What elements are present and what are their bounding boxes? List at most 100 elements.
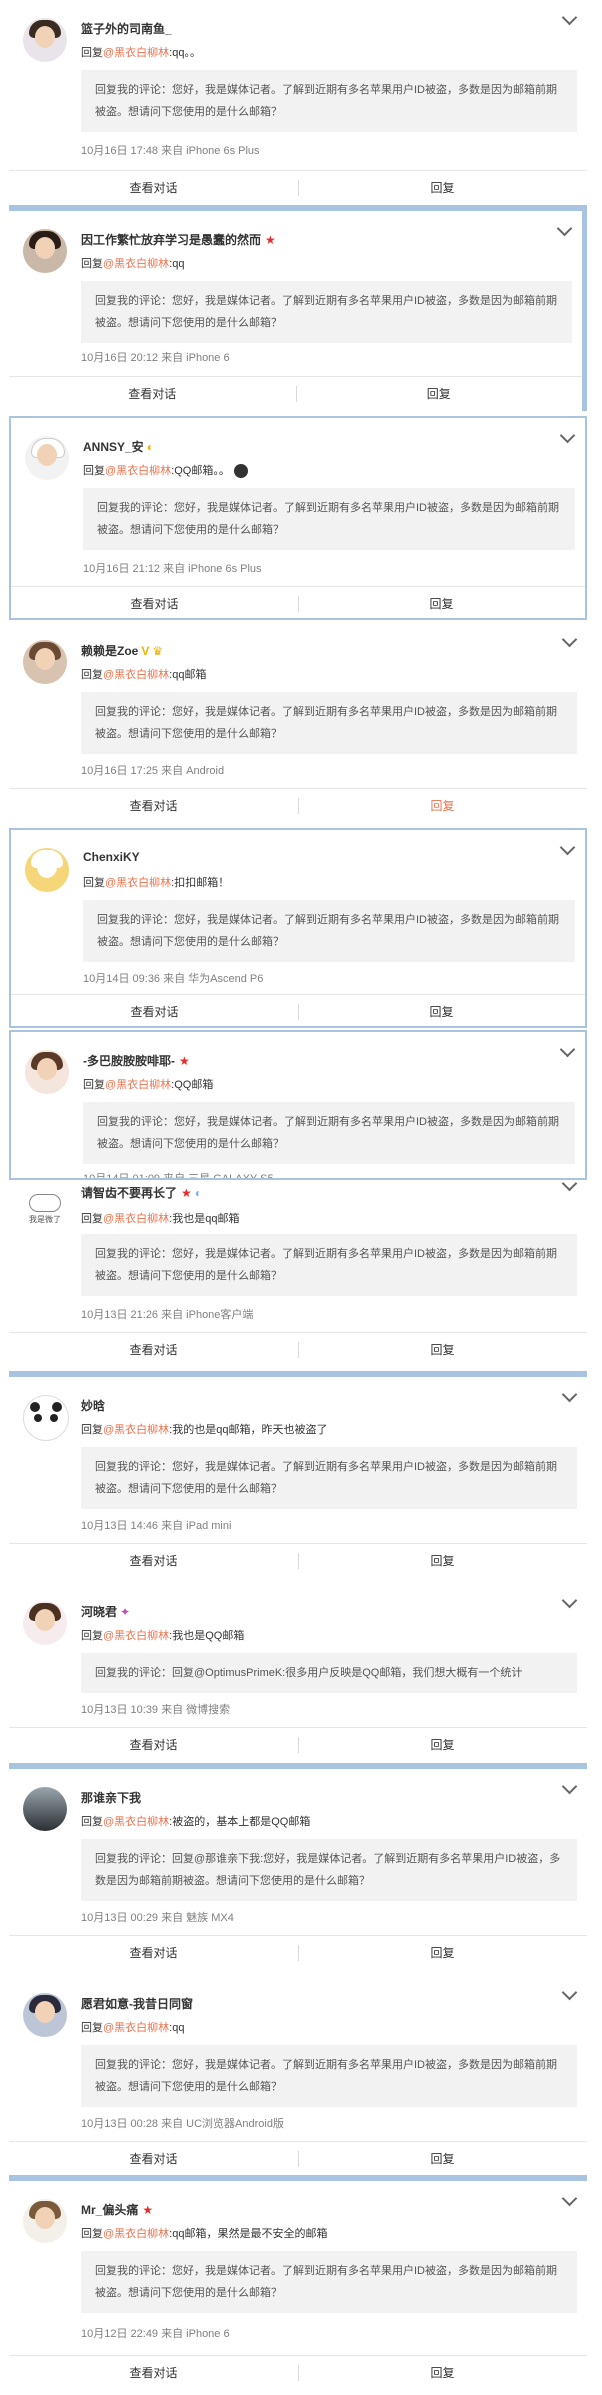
comment-card: -多巴胺胺胺啡耶- ★ 回复@黑衣白柳林:QQ邮箱 回复我的评论：您好，我是媒体记… [9, 1030, 587, 1180]
star-badge-icon: ★ [142, 2203, 154, 2217]
reply-text: 回复@黑衣白柳林:qq邮箱 [81, 669, 207, 681]
chevron-down-icon[interactable] [559, 427, 576, 444]
mention-link[interactable]: @黑衣白柳林 [103, 258, 169, 270]
reply-button[interactable]: 回复 [298, 587, 585, 621]
mention-link[interactable]: @黑衣白柳林 [103, 669, 169, 681]
chevron-down-icon[interactable] [561, 1984, 578, 2001]
timestamp: 10月13日 10:39 来自 微博搜索 [81, 1704, 231, 1716]
chevron-down-icon[interactable] [561, 2190, 578, 2207]
comment-card: 妙晗 回复@黑衣白柳林:我的也是qq邮箱，昨天也被盗了 回复我的评论：您好，我是… [9, 1377, 587, 1577]
username[interactable]: Mr_偏头痛 ★ [81, 2201, 153, 2218]
reply-text: 回复@黑衣白柳林:我也是qq邮箱 [81, 1213, 240, 1225]
username[interactable]: -多巴胺胺胺啡耶- ★ [83, 1052, 190, 1069]
reply-button[interactable]: 回复 [298, 171, 587, 205]
mention-link[interactable]: @黑衣白柳林 [103, 1213, 169, 1225]
username[interactable]: 河晓君 ✦ [81, 1603, 130, 1620]
timestamp: 10月16日 17:48 来自 iPhone 6s Plus [81, 145, 260, 157]
quoted-comment: 回复我的评论：您好，我是媒体记者。了解到近期有多名苹果用户ID被盗，多数是因为邮… [81, 70, 577, 132]
avatar[interactable] [25, 436, 69, 480]
username[interactable]: 妙晗 [81, 1397, 105, 1414]
timestamp: 10月16日 17:25 来自 Android [81, 765, 225, 777]
view-dialog-button[interactable]: 查看对话 [9, 2142, 298, 2176]
view-dialog-button[interactable]: 查看对话 [11, 587, 298, 621]
reply-button[interactable]: 回复 [298, 1936, 587, 1970]
username[interactable]: 那谁亲下我 [81, 1789, 141, 1806]
view-dialog-button[interactable]: 查看对话 [9, 1728, 298, 1762]
avatar[interactable] [23, 229, 67, 273]
mention-link[interactable]: @黑衣白柳林 [103, 1424, 169, 1436]
reply-button[interactable]: 回复 [298, 995, 585, 1029]
quoted-comment: 回复我的评论：您好，我是媒体记者。了解到近期有多名苹果用户ID被盗，多数是因为邮… [81, 2045, 577, 2107]
reply-button[interactable]: 回复 [298, 789, 587, 823]
chevron-down-icon[interactable] [561, 1386, 578, 1403]
view-dialog-button[interactable]: 查看对话 [9, 1936, 298, 1970]
avatar[interactable]: 我是微了 [23, 1190, 67, 1234]
comment-card: 我是微了 请智齿不要再长了 ★ ◐ 回复@黑衣白柳林:我也是qq邮箱 回复我的评论：… [9, 1175, 587, 1371]
avatar[interactable] [23, 1601, 67, 1645]
chevron-down-icon[interactable] [561, 1592, 578, 1609]
reply-text: 回复@黑衣白柳林:QQ邮箱。。 [83, 462, 248, 479]
quoted-comment: 回复我的评论：您好，我是媒体记者。了解到近期有多名苹果用户ID被盗，多数是因为邮… [81, 2251, 577, 2313]
mention-link[interactable]: @黑衣白柳林 [105, 877, 171, 889]
view-dialog-button[interactable]: 查看对话 [9, 1544, 298, 1578]
username[interactable]: ANNSY_安 ◐ [83, 438, 154, 455]
reply-text: 回复@黑衣白柳林:扣扣邮箱！ [83, 877, 230, 889]
view-dialog-button[interactable]: 查看对话 [9, 171, 298, 205]
chevron-down-icon[interactable] [561, 9, 578, 26]
avatar[interactable] [23, 2199, 67, 2243]
username[interactable]: 篮子外的司南鱼_ [81, 20, 172, 37]
username[interactable]: 请智齿不要再长了 ★ ◐ [81, 1184, 202, 1201]
mention-link[interactable]: @黑衣白柳林 [103, 47, 169, 59]
username[interactable]: 赖赖是Zoe V ♛ [81, 642, 163, 659]
star-badge-icon: ★ [181, 1186, 192, 1200]
reply-button[interactable]: 回复 [298, 2142, 587, 2176]
quoted-comment: 回复我的评论：您好，我是媒体记者。了解到近期有多名苹果用户ID被盗，多数是因为邮… [81, 1447, 577, 1509]
reply-text: 回复@黑衣白柳林:我也是QQ邮箱 [81, 1630, 245, 1642]
view-dialog-button[interactable]: 查看对话 [9, 377, 296, 411]
reply-button[interactable]: 回复 [298, 1728, 587, 1762]
timestamp: 10月14日 01:09 来自 三星 GALAXY S5 [83, 1173, 274, 1180]
avatar[interactable] [23, 18, 67, 62]
chevron-down-icon[interactable] [561, 1778, 578, 1795]
username[interactable]: 因工作繁忙放弃学习是愚蠢的然而 ★ [81, 231, 276, 248]
chevron-down-icon[interactable] [561, 631, 578, 648]
chevron-down-icon[interactable] [559, 1041, 576, 1058]
timestamp: 10月14日 09:36 来自 华为Ascend P6 [83, 973, 264, 985]
mention-link[interactable]: @黑衣白柳林 [105, 1079, 171, 1091]
reply-button[interactable]: 回复 [295, 377, 583, 411]
comment-card: Mr_偏头痛 ★ 回复@黑衣白柳林:qq邮箱，果然是最不安全的邮箱 回复我的评论：… [9, 2181, 587, 2395]
avatar[interactable] [23, 1787, 67, 1831]
reply-button[interactable]: 回复 [298, 2356, 587, 2390]
comment-card: 那谁亲下我 回复@黑衣白柳林:被盗的，基本上都是QQ邮箱 回复我的评论：回复@那… [9, 1769, 587, 1969]
mention-link[interactable]: @黑衣白柳林 [103, 2228, 169, 2240]
reply-button[interactable]: 回复 [298, 1333, 587, 1367]
reply-text: 回复@黑衣白柳林:qq [81, 258, 185, 270]
view-dialog-button[interactable]: 查看对话 [9, 2356, 298, 2390]
username[interactable]: ChenxiKY [83, 850, 140, 864]
mention-link[interactable]: @黑衣白柳林 [103, 2022, 169, 2034]
mention-link[interactable]: @黑衣白柳林 [103, 1816, 169, 1828]
quoted-comment: 回复我的评论：回复@OptimusPrimeK:很多用户反映是QQ邮箱，我们想大… [81, 1653, 577, 1693]
avatar[interactable] [23, 1993, 67, 2037]
view-dialog-button[interactable]: 查看对话 [9, 789, 298, 823]
timestamp: 10月13日 00:29 来自 魅族 MX4 [81, 1912, 234, 1924]
avatar[interactable] [23, 640, 67, 684]
username[interactable]: 愿君如意-我昔日同窗 [81, 1995, 193, 2012]
reply-button[interactable]: 回复 [298, 1544, 587, 1578]
comment-card: 篮子外的司南鱼_ 回复@黑衣白柳林:qq。。 回复我的评论：您好，我是媒体记者。… [9, 0, 587, 205]
view-dialog-button[interactable]: 查看对话 [9, 1333, 298, 1367]
chevron-down-icon[interactable] [556, 220, 573, 237]
quoted-comment: 回复我的评论：您好，我是媒体记者。了解到近期有多名苹果用户ID被盗，多数是因为邮… [83, 488, 575, 550]
mention-link[interactable]: @黑衣白柳林 [105, 465, 171, 477]
avatar[interactable] [25, 1050, 69, 1094]
mention-link[interactable]: @黑衣白柳林 [103, 1630, 169, 1642]
reply-text: 回复@黑衣白柳林:qq [81, 2022, 185, 2034]
emoji-icon [233, 464, 248, 479]
quoted-comment: 回复我的评论：您好，我是媒体记者。了解到近期有多名苹果用户ID被盗，多数是因为邮… [81, 281, 572, 343]
chevron-down-icon[interactable] [559, 839, 576, 856]
comment-card: 河晓君 ✦ 回复@黑衣白柳林:我也是QQ邮箱 回复我的评论：回复@OptimusP… [9, 1583, 587, 1763]
avatar[interactable] [25, 848, 69, 892]
reply-text: 回复@黑衣白柳林:QQ邮箱 [83, 1079, 214, 1091]
view-dialog-button[interactable]: 查看对话 [11, 995, 298, 1029]
avatar[interactable] [23, 1395, 69, 1441]
